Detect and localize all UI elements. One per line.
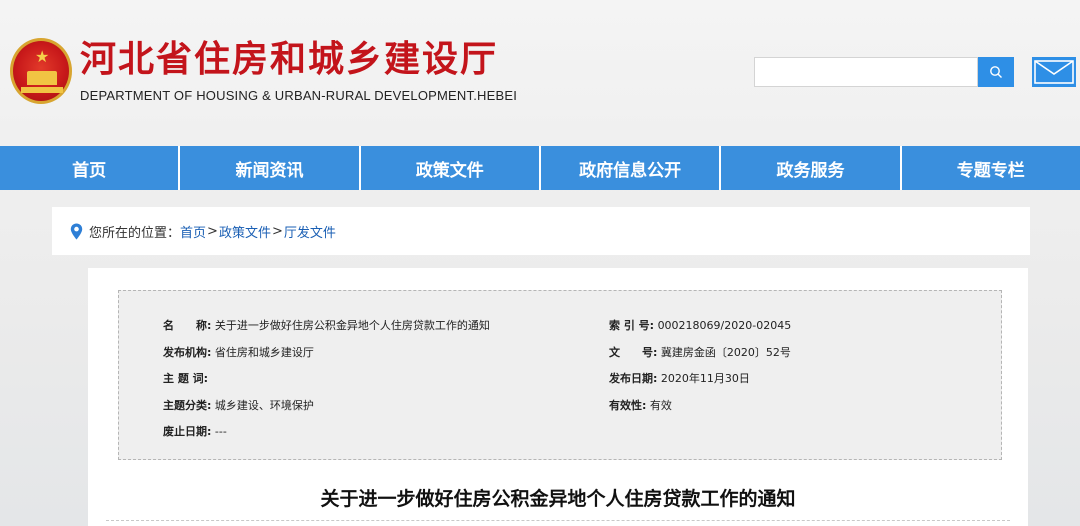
meta-subject: 主 题 词:: [163, 370, 208, 386]
meta-name-label: 名 称:: [163, 319, 212, 332]
nav-item-policy[interactable]: 政策文件: [361, 146, 541, 190]
search-icon: [990, 66, 1002, 78]
breadcrumb-home[interactable]: 首页: [180, 222, 206, 241]
meta-publisher-label: 发布机构:: [163, 346, 212, 359]
meta-docno-label: 文 号:: [609, 346, 658, 359]
meta-date-value: 2020年11月30日: [660, 372, 750, 385]
breadcrumb-separator: >: [207, 223, 218, 239]
mail-button[interactable]: [1032, 57, 1076, 87]
search-button[interactable]: [978, 57, 1014, 87]
meta-docno-value: 冀建房金函〔2020〕52号: [660, 346, 791, 359]
meta-date: 发布日期: 2020年11月30日: [609, 370, 750, 386]
meta-name-value: 关于进一步做好住房公积金异地个人住房贷款工作的通知: [214, 319, 490, 332]
document-title: 关于进一步做好住房公积金异地个人住房贷款工作的通知: [320, 488, 796, 510]
search-input[interactable]: [754, 57, 978, 87]
meta-category: 主题分类: 城乡建设、环境保护: [163, 397, 314, 413]
breadcrumb-separator: >: [271, 223, 283, 239]
meta-docno: 文 号: 冀建房金函〔2020〕52号: [609, 344, 791, 360]
meta-validity-value: 有效: [649, 399, 672, 412]
nav-item-services[interactable]: 政务服务: [721, 146, 902, 190]
meta-index-label: 索 引 号:: [609, 319, 655, 332]
breadcrumb-prefix: 您所在的位置：: [89, 225, 181, 241]
meta-date-label: 发布日期:: [609, 372, 658, 385]
nav-item-news[interactable]: 新闻资讯: [180, 146, 361, 190]
title-divider: [106, 520, 1010, 521]
article-content: 名 称: 关于进一步做好住房公积金异地个人住房贷款工作的通知 发布机构: 省住房…: [88, 268, 1028, 526]
nav-item-topics[interactable]: 专题专栏: [902, 146, 1080, 190]
mail-icon: [1034, 60, 1074, 84]
meta-index: 索 引 号: 000218069/2020-02045: [609, 317, 791, 333]
meta-subject-label: 主 题 词:: [163, 372, 209, 385]
site-subtitle: DEPARTMENT OF HOUSING & URBAN-RURAL DEVE…: [80, 88, 518, 103]
breadcrumb: 您所在的位置： 首页 > 政策文件 > 厅发文件: [52, 207, 1030, 255]
meta-validity: 有效性: 有效: [609, 397, 672, 413]
meta-category-label: 主题分类:: [163, 399, 212, 412]
meta-publisher-value: 省住房和城乡建设厅: [214, 346, 314, 359]
meta-category-value: 城乡建设、环境保护: [214, 399, 314, 412]
nav-item-gov-info[interactable]: 政府信息公开: [541, 146, 722, 190]
meta-index-value: 000218069/2020-02045: [657, 319, 792, 332]
national-emblem-icon: ★: [10, 38, 72, 104]
meta-name: 名 称: 关于进一步做好住房公积金异地个人住房贷款工作的通知: [163, 317, 490, 333]
site-title[interactable]: 河北省住房和城乡建设厅: [80, 36, 498, 84]
main-nav: 首页 新闻资讯 政策文件 政府信息公开 政务服务 专题专栏: [0, 146, 1080, 190]
meta-expire-label: 废止日期:: [163, 425, 212, 438]
meta-publisher: 发布机构: 省住房和城乡建设厅: [163, 344, 314, 360]
meta-expire-value: ---: [214, 425, 227, 438]
nav-item-home[interactable]: 首页: [0, 146, 181, 190]
breadcrumb-dept-docs[interactable]: 厅发文件: [284, 222, 336, 241]
meta-validity-label: 有效性:: [609, 399, 647, 412]
site-header: ★ 河北省住房和城乡建设厅 DEPARTMENT OF HOUSING & UR…: [0, 0, 1080, 146]
breadcrumb-policy[interactable]: 政策文件: [219, 222, 271, 241]
location-pin-icon: [70, 223, 83, 240]
meta-expire: 废止日期: ---: [163, 423, 227, 439]
document-metadata: 名 称: 关于进一步做好住房公积金异地个人住房贷款工作的通知 发布机构: 省住房…: [118, 290, 1002, 460]
